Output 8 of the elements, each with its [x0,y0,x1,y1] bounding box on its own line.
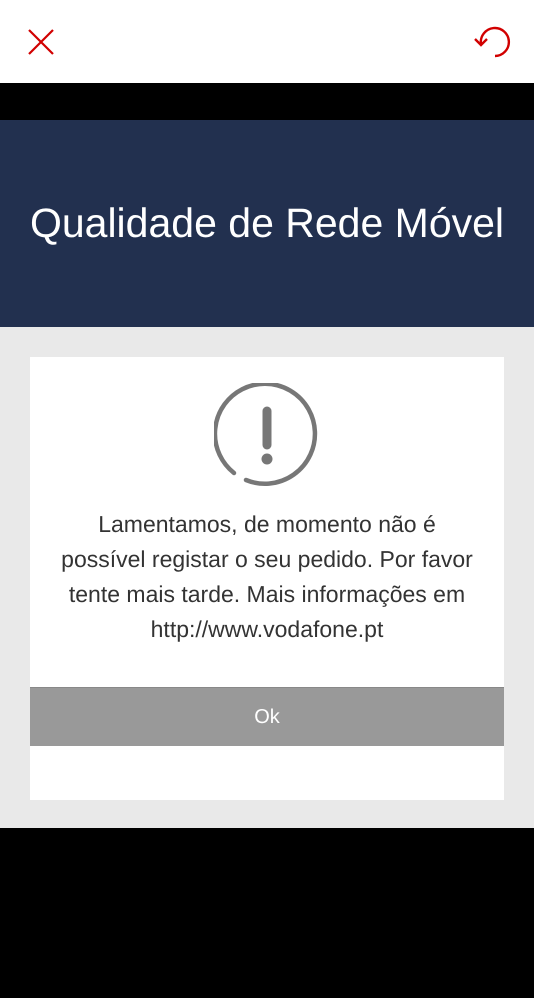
refresh-button[interactable] [472,24,512,58]
close-icon [26,26,56,56]
refresh-icon [472,24,512,58]
page-title: Qualidade de Rede Móvel [30,200,504,247]
error-message: Lamentamos, de momento não é possível registar o seu pedido. Por favor tente mais tarde. Mais informações em http://www.vodafone.pt [60,510,474,644]
warning-icon [214,383,320,489]
ok-button[interactable]: Ok [30,687,504,746]
close-button[interactable] [26,26,56,56]
